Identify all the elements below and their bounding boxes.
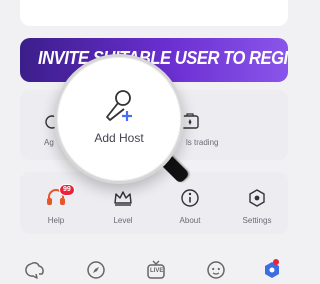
settings-item[interactable]: Settings — [232, 188, 282, 225]
profile-icon — [265, 262, 279, 278]
tools-grid: 99 Help Level About Settings — [20, 172, 288, 234]
top-card — [20, 0, 288, 26]
about-label: About — [179, 216, 201, 225]
invite-banner-text: INVITE SUITABLE USER TO REGISTER — [38, 48, 288, 68]
trading-label: ls trading — [186, 138, 219, 147]
crown-icon — [114, 191, 132, 206]
info-icon — [181, 189, 199, 207]
level-label: Level — [113, 216, 133, 225]
help-badge: 99 — [59, 184, 75, 196]
about-item[interactable]: About — [165, 188, 215, 225]
emoji-icon[interactable] — [206, 260, 226, 280]
settings-label: Settings — [242, 216, 272, 225]
microphone-plus-icon[interactable] — [101, 87, 137, 125]
live-icon[interactable]: LIVE — [146, 260, 166, 280]
settings-icon — [249, 189, 265, 207]
bottom-nav: LIVE — [0, 254, 300, 284]
help-item[interactable]: 99 Help — [31, 184, 81, 225]
chat-icon[interactable] — [24, 260, 46, 280]
magnifier-lens: Add Host — [54, 54, 184, 184]
add-host-label[interactable]: Add Host — [57, 131, 181, 145]
profile-notification-dot — [273, 259, 279, 265]
agency-label: Ag — [44, 138, 54, 147]
level-item[interactable]: Level — [98, 188, 148, 225]
compass-icon[interactable] — [86, 260, 106, 280]
help-label: Help — [47, 216, 65, 225]
live-text: LIVE — [150, 268, 164, 274]
profile-tab[interactable] — [262, 259, 282, 280]
